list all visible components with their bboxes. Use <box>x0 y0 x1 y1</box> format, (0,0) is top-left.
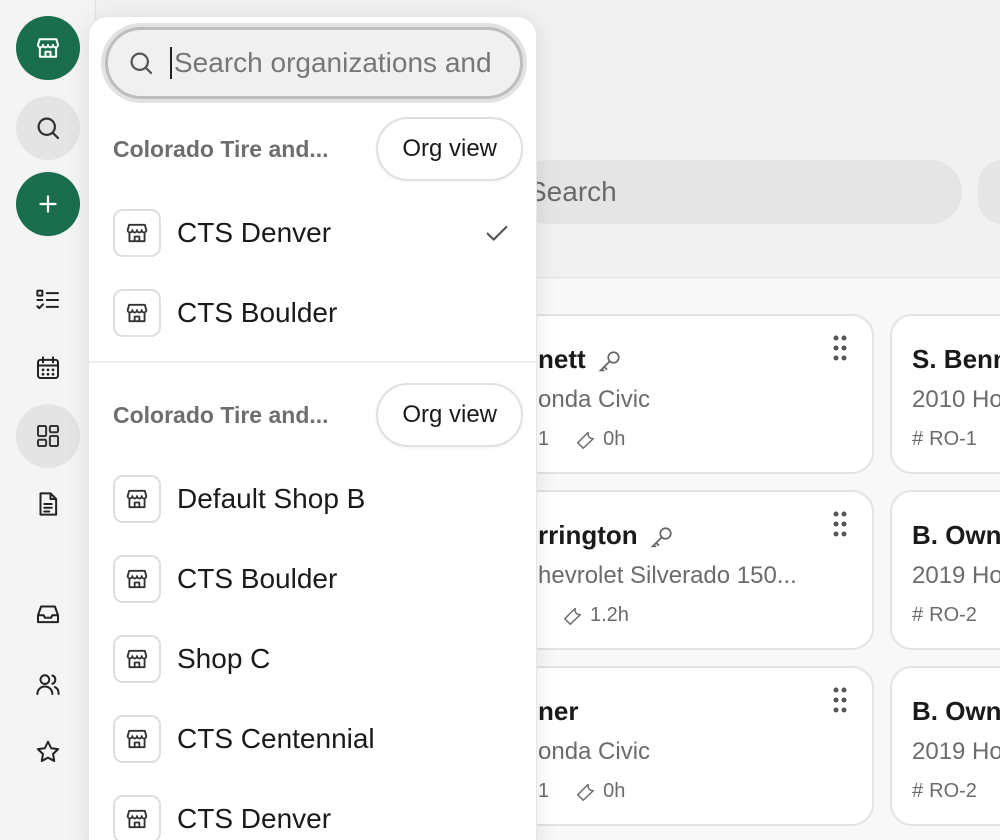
card-customer-name: rrington <box>538 520 638 550</box>
card-vehicle: hevrolet Silverado 150... <box>538 562 797 589</box>
hash-icon: # <box>912 604 924 626</box>
search-button[interactable] <box>16 96 80 160</box>
card-hours: 0h <box>603 428 626 450</box>
shop-switcher-button[interactable] <box>16 16 80 80</box>
card-vehicle: 2019 Ho <box>912 562 1000 589</box>
checklist-icon <box>36 289 59 310</box>
shop-label: CTS Boulder <box>177 563 338 594</box>
star-icon <box>36 740 60 762</box>
shop-label: CTS Denver <box>177 803 332 834</box>
shop-switcher-dropdown: Colorado Tire and... Org view CTS Denver… <box>88 16 538 840</box>
card-customer-name: nett <box>538 344 586 374</box>
documents-nav[interactable] <box>16 472 80 536</box>
org-search-input[interactable] <box>170 47 500 79</box>
inbox-icon <box>37 605 59 624</box>
plus-icon <box>39 195 57 213</box>
store-icon <box>113 209 161 257</box>
org-view-button[interactable]: Org view <box>376 383 523 447</box>
org-name: Colorado Tire and... <box>113 401 329 428</box>
shop-item-cts-centennial[interactable]: CTS Centennial <box>113 715 513 763</box>
card-vehicle: onda Civic <box>538 386 651 413</box>
card-ro-number: RO-2 <box>929 604 977 626</box>
work-order-card[interactable]: B. Own 2019 Ho # RO-2 <box>890 666 1000 826</box>
hash-icon: # <box>912 428 924 450</box>
shop-item-cts-denver[interactable]: CTS Denver <box>113 209 513 257</box>
dashboard-icon <box>37 425 59 447</box>
hash-icon: # <box>912 780 924 802</box>
shop-item-default-shop-b[interactable]: Default Shop B <box>113 475 513 523</box>
tasks-nav[interactable] <box>16 268 80 332</box>
sidebar <box>0 0 96 840</box>
store-icon <box>113 795 161 840</box>
card-customer-name: B. Own <box>912 520 1000 550</box>
add-button[interactable] <box>16 172 80 236</box>
store-icon <box>113 715 161 763</box>
shop-item-cts-boulder[interactable]: CTS Boulder <box>113 555 513 603</box>
card-ro-number: RO-1 <box>929 428 977 450</box>
store-icon <box>113 555 161 603</box>
document-icon <box>39 492 58 516</box>
card-ro-number: RO-2 <box>929 780 977 802</box>
shop-label: CTS Denver <box>177 217 332 248</box>
card-customer-name: B. Own <box>912 696 1000 726</box>
board-search-input[interactable]: Search <box>516 160 962 224</box>
shop-label: Default Shop B <box>177 483 366 514</box>
store-icon <box>113 635 161 683</box>
card-customer-name: ner <box>538 696 579 726</box>
org-header: Colorado Tire and... Org view <box>113 383 523 447</box>
dashboard-nav[interactable] <box>16 404 80 468</box>
store-icon <box>113 475 161 523</box>
store-icon <box>113 289 161 337</box>
search-icon <box>37 117 60 140</box>
shop-label: Shop C <box>177 643 271 674</box>
search-icon <box>130 52 153 75</box>
card-customer-name: S. Benn <box>912 344 1000 374</box>
card-hours: 0h <box>603 780 626 802</box>
drag-handle-icon[interactable] <box>832 510 848 538</box>
board-search-placeholder: Search <box>528 176 617 207</box>
card-vehicle: onda Civic <box>538 738 651 765</box>
key-icon <box>650 527 672 548</box>
card-vehicle: 2019 Ho <box>912 738 1000 765</box>
wrench-icon <box>577 783 595 801</box>
wrench-icon <box>564 607 582 625</box>
inbox-nav[interactable] <box>16 582 80 646</box>
shop-item-shop-c[interactable]: Shop C <box>113 635 513 683</box>
calendar-nav[interactable] <box>16 336 80 400</box>
card-count: 1 <box>538 780 550 802</box>
key-icon <box>598 351 620 372</box>
drag-handle-icon[interactable] <box>832 334 848 362</box>
calendar-icon <box>37 356 59 379</box>
org-divider <box>89 361 538 363</box>
card-count: 1 <box>538 428 550 450</box>
customers-nav[interactable] <box>16 652 80 716</box>
card-vehicle: 2010 Ho <box>912 386 1000 413</box>
favorites-nav[interactable] <box>16 720 80 784</box>
shop-label: CTS Centennial <box>177 723 375 754</box>
shop-item-cts-boulder[interactable]: CTS Boulder <box>113 289 513 337</box>
wrench-icon <box>577 431 595 449</box>
shop-label: CTS Boulder <box>177 297 338 328</box>
org-header: Colorado Tire and... Org view <box>113 117 523 181</box>
org-search-box[interactable] <box>105 27 523 99</box>
org-name: Colorado Tire and... <box>113 135 329 162</box>
store-icon <box>37 38 59 58</box>
org-view-button[interactable]: Org view <box>376 117 523 181</box>
shop-item-cts-denver[interactable]: CTS Denver <box>113 795 513 840</box>
work-order-card[interactable]: S. Benn 2010 Ho # RO-1 <box>890 314 1000 474</box>
check-icon <box>486 225 508 241</box>
card-hours: 1.2h <box>590 604 629 626</box>
work-order-card[interactable]: B. Own 2019 Ho # RO-2 <box>890 490 1000 650</box>
drag-handle-icon[interactable] <box>832 686 848 714</box>
users-icon <box>36 674 60 695</box>
